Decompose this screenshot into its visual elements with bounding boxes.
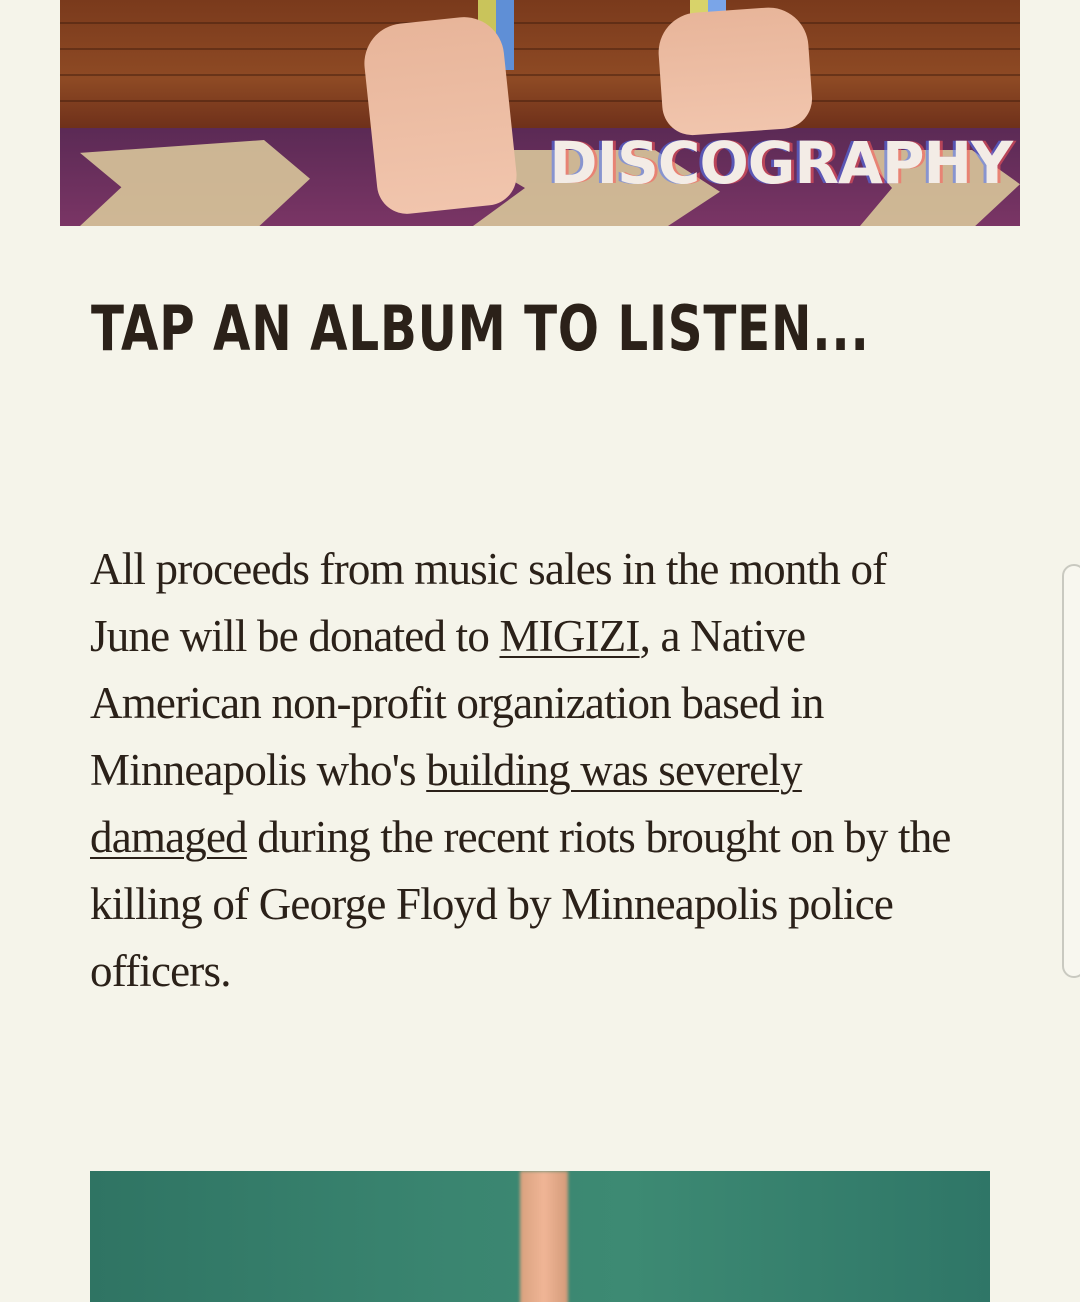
migizi-link[interactable]: MIGIZI — [499, 611, 640, 661]
left-foot-graphic — [360, 13, 520, 217]
album-art-light-beam — [520, 1171, 568, 1302]
scrollbar-handle[interactable] — [1062, 564, 1080, 978]
discography-page: DISCOGRAPHY TAP AN ALBUM TO LISTEN... Al… — [0, 0, 1080, 1302]
donation-notice: All proceeds from music sales in the mon… — [90, 536, 960, 1005]
banner-title: DISCOGRAPHY — [549, 129, 1013, 197]
right-foot-graphic — [655, 4, 815, 138]
page-heading: TAP AN ALBUM TO LISTEN... — [91, 292, 870, 365]
album-cover[interactable] — [90, 1171, 990, 1302]
discography-banner: DISCOGRAPHY — [60, 0, 1020, 226]
